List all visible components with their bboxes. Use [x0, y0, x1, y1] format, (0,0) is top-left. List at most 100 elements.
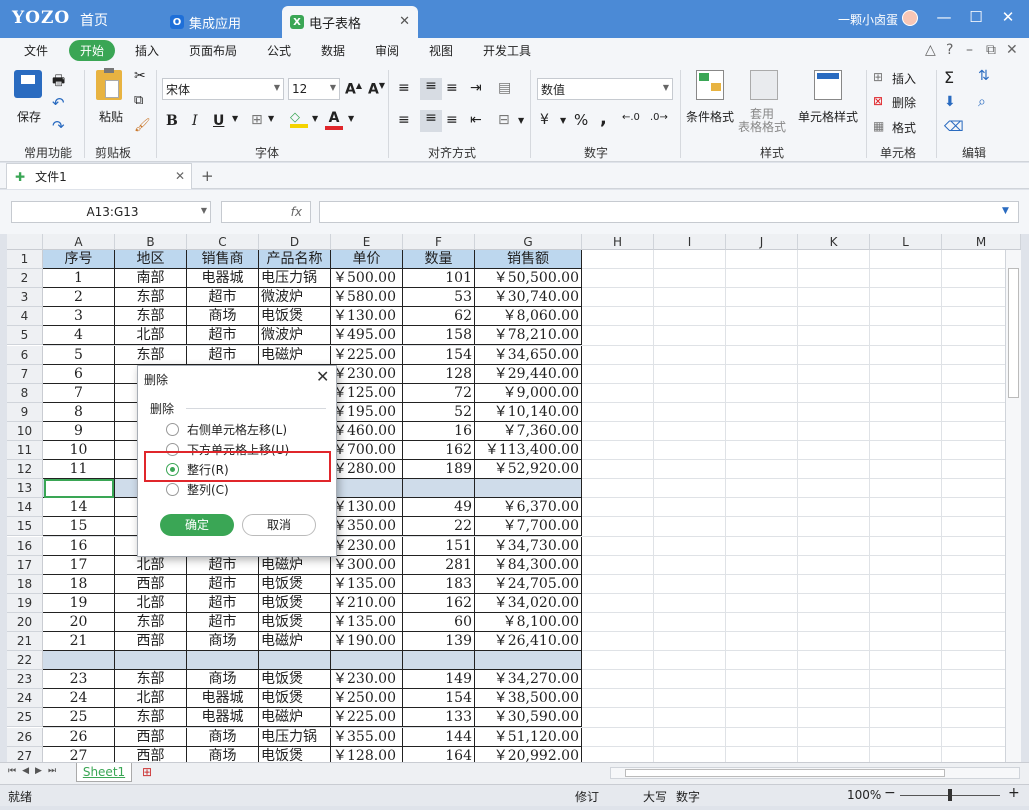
column-header[interactable]: F	[403, 234, 475, 250]
percent-button[interactable]: %	[574, 111, 588, 129]
table-cell[interactable]	[187, 651, 259, 671]
table-cell[interactable]: 25	[43, 708, 115, 728]
border-icon[interactable]: ⊞	[251, 112, 263, 128]
table-cell[interactable]: 4	[43, 326, 115, 346]
tab-developer[interactable]: 开发工具	[483, 42, 531, 59]
table-cell[interactable]: ￥135.00	[331, 574, 403, 594]
table-cell[interactable]: 东部	[115, 612, 187, 632]
row-header[interactable]: 6	[7, 345, 43, 365]
radio-button[interactable]	[166, 483, 179, 496]
clear-icon[interactable]: ⌫	[944, 119, 964, 135]
table-cell[interactable]: 24	[43, 689, 115, 709]
table-cell[interactable]: ￥8,060.00	[475, 307, 582, 327]
table-cell[interactable]: ￥30,740.00	[475, 288, 582, 308]
table-cell[interactable]: 20	[43, 612, 115, 632]
tab-file[interactable]: 文件	[24, 42, 48, 59]
close-document-icon[interactable]: ✕	[175, 169, 185, 183]
table-cell[interactable]: 西部	[115, 574, 187, 594]
table-cell[interactable]: ￥78,210.00	[475, 326, 582, 346]
table-cell[interactable]: ￥34,650.00	[475, 345, 582, 365]
table-cell[interactable]: 微波炉	[259, 326, 331, 346]
zoom-in-icon[interactable]: +	[1008, 785, 1020, 801]
column-header[interactable]: I	[654, 234, 726, 250]
header-cell[interactable]: 销售商	[187, 250, 259, 270]
table-cell[interactable]: 电饭煲	[259, 574, 331, 594]
close-window-icon[interactable]: ✕	[998, 8, 1018, 26]
column-header[interactable]: B	[115, 234, 187, 250]
table-cell[interactable]: 北部	[115, 689, 187, 709]
tab-spreadsheet[interactable]: X 电子表格 ✕	[282, 6, 418, 38]
table-cell[interactable]	[475, 651, 582, 671]
table-cell[interactable]: 商场	[187, 670, 259, 690]
italic-button[interactable]: I	[192, 113, 198, 129]
table-cell[interactable]	[43, 651, 115, 671]
chevron-down-icon[interactable]: ▼	[312, 114, 318, 123]
table-cell[interactable]: 电饭煲	[259, 746, 331, 762]
table-cell[interactable]: 133	[403, 708, 475, 728]
column-header[interactable]: C	[187, 234, 259, 250]
table-cell[interactable]: ￥195.00	[331, 402, 403, 422]
table-cell[interactable]: ￥495.00	[331, 326, 403, 346]
merge-cells-icon[interactable]: ⊟	[498, 112, 510, 128]
table-cell[interactable]: ￥8,100.00	[475, 612, 582, 632]
select-all-corner[interactable]	[7, 234, 43, 250]
add-sheet-icon[interactable]: ⊞	[142, 765, 152, 779]
table-cell[interactable]: ￥9,000.00	[475, 383, 582, 403]
row-header[interactable]: 10	[7, 421, 43, 441]
avatar[interactable]	[902, 10, 918, 26]
table-cell[interactable]: ￥34,270.00	[475, 670, 582, 690]
find-icon[interactable]: ⌕	[978, 94, 986, 110]
collapse-ribbon-icon[interactable]: △	[925, 42, 936, 58]
underline-button[interactable]: U	[213, 113, 224, 129]
table-cell[interactable]: ￥7,700.00	[475, 517, 582, 537]
help-icon[interactable]: ?	[946, 42, 953, 58]
table-cell[interactable]: 189	[403, 460, 475, 480]
table-cell[interactable]: ￥34,020.00	[475, 593, 582, 613]
table-cell[interactable]	[115, 651, 187, 671]
row-header[interactable]: 8	[7, 383, 43, 403]
row-header[interactable]: 2	[7, 269, 43, 289]
row-header[interactable]: 24	[7, 689, 43, 709]
column-header[interactable]: K	[798, 234, 870, 250]
table-cell[interactable]: 东部	[115, 288, 187, 308]
table-cell[interactable]	[403, 479, 475, 499]
ok-button[interactable]: 确定	[160, 514, 234, 536]
horizontal-scrollbar[interactable]	[610, 767, 1020, 779]
tab-page-layout[interactable]: 页面布局	[189, 42, 237, 59]
sheet-tab-sheet1[interactable]: Sheet1	[76, 763, 132, 782]
row-header[interactable]: 16	[7, 536, 43, 556]
sort-filter-icon[interactable]: ⇅	[978, 68, 990, 84]
row-header[interactable]: 27	[7, 746, 43, 762]
header-cell[interactable]: 序号	[43, 250, 115, 270]
table-cell[interactable]: 西部	[115, 727, 187, 747]
delete-cells-button[interactable]: 删除	[892, 94, 916, 111]
thousands-button[interactable]: ,	[600, 108, 607, 129]
table-cell[interactable]: 101	[403, 269, 475, 289]
row-header[interactable]: 11	[7, 441, 43, 461]
table-cell[interactable]: ￥580.00	[331, 288, 403, 308]
table-cell[interactable]: 60	[403, 612, 475, 632]
table-cell[interactable]: ￥350.00	[331, 517, 403, 537]
bold-button[interactable]: B	[166, 113, 178, 129]
table-cell[interactable]: 电饭煲	[259, 612, 331, 632]
sheet-nav-icons[interactable]: ⏮◀▶⏭	[8, 766, 62, 776]
table-cell[interactable]: 东部	[115, 708, 187, 728]
format-cells-button[interactable]: 格式	[892, 119, 916, 136]
chevron-down-icon[interactable]: ▼	[348, 114, 354, 123]
row-header[interactable]: 22	[7, 651, 43, 671]
row-header[interactable]: 13	[7, 479, 43, 499]
cell-style-button[interactable]: 单元格样式	[798, 108, 858, 125]
table-cell[interactable]: 电磁炉	[259, 708, 331, 728]
table-cell[interactable]: 154	[403, 689, 475, 709]
new-document-icon[interactable]: +	[201, 167, 214, 185]
copy-icon[interactable]: ⧉	[134, 93, 143, 108]
table-cell[interactable]: ￥280.00	[331, 460, 403, 480]
home-tab[interactable]: 首页	[80, 10, 108, 30]
table-cell[interactable]: 21	[43, 632, 115, 652]
table-cell[interactable]: ￥500.00	[331, 269, 403, 289]
table-cell[interactable]: 139	[403, 632, 475, 652]
header-cell[interactable]: 地区	[115, 250, 187, 270]
table-cell[interactable]: 52	[403, 402, 475, 422]
table-cell[interactable]: 154	[403, 345, 475, 365]
row-header[interactable]: 15	[7, 517, 43, 537]
